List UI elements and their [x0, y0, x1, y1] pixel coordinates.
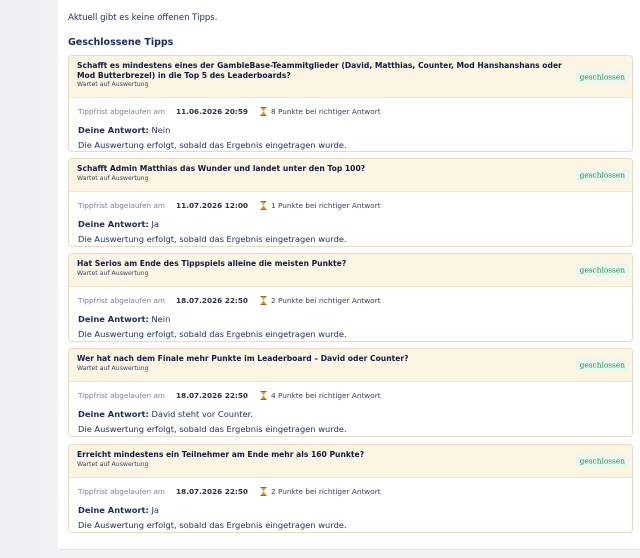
tip-header: Wer hat nach dem Finale mehr Punkte im L…	[69, 349, 632, 382]
tip-question: Schafft Admin Matthias das Wunder und la…	[77, 164, 366, 173]
tip-card: Schafft Admin Matthias das Wunder und la…	[68, 158, 633, 247]
answer-value: Nein	[151, 314, 171, 324]
answer-value: Ja	[151, 219, 159, 229]
evaluation-text: Die Auswertung erfolgt, sobald das Ergeb…	[78, 520, 347, 530]
status-badge: geschlossen	[575, 70, 629, 83]
points-info: 2 Punkte bei richtiger Antwort	[270, 486, 381, 496]
hourglass-icon	[260, 106, 267, 116]
answer-row: Deine Antwort: Ja	[78, 219, 623, 229]
tip-header: Schafft es mindestens eines der GambleBa…	[69, 56, 632, 98]
tip-body: Tippfrist abgelaufen am 11.06.2026 20:59…	[69, 98, 632, 151]
tip-card: Erreicht mindestens ein Teilnehmer am En…	[68, 444, 633, 533]
deadline-label: Tippfrist abgelaufen am	[78, 106, 166, 116]
deadline-label: Tippfrist abgelaufen am	[78, 295, 166, 305]
answer-label: Deine Antwort:	[78, 409, 149, 419]
answer-label: Deine Antwort:	[78, 505, 149, 515]
tip-meta: Tippfrist abgelaufen am 11.07.2026 12:00…	[78, 199, 623, 211]
points-info: 1 Punkte bei richtiger Antwort	[270, 200, 381, 210]
tip-body: Tippfrist abgelaufen am 18.07.2026 22:50…	[69, 478, 632, 532]
tip-body: Tippfrist abgelaufen am 18.07.2026 22:50…	[69, 382, 632, 436]
hourglass-icon	[260, 200, 267, 210]
tip-meta: Tippfrist abgelaufen am 18.07.2026 22:50…	[78, 294, 623, 306]
tip-body: Tippfrist abgelaufen am 11.07.2026 12:00…	[69, 192, 632, 246]
hourglass-icon	[260, 486, 267, 496]
answer-value: David steht vor Counter.	[151, 409, 253, 419]
status-badge: geschlossen	[575, 263, 629, 277]
hourglass-icon	[260, 295, 267, 305]
tip-card: Schafft es mindestens eines der GambleBa…	[68, 55, 633, 152]
points-info: 4 Punkte bei richtiger Antwort	[270, 390, 381, 400]
deadline-date: 18.07.2026 22:50	[176, 486, 248, 496]
tip-header: Erreicht mindestens ein Teilnehmer am En…	[69, 445, 632, 478]
answer-row: Deine Antwort: Nein	[78, 314, 623, 324]
tip-card: Wer hat nach dem Finale mehr Punkte im L…	[68, 348, 633, 437]
tip-card: Hat Serios am Ende des Tippspiels allein…	[68, 253, 633, 342]
tip-meta: Tippfrist abgelaufen am 18.07.2026 22:50…	[78, 389, 623, 401]
deadline-label: Tippfrist abgelaufen am	[78, 200, 166, 210]
tip-status: Wartet auf Auswertung	[77, 174, 149, 182]
evaluation-text: Die Auswertung erfolgt, sobald das Ergeb…	[78, 329, 347, 339]
tip-question: Schafft es mindestens eines der GambleBa…	[77, 61, 562, 80]
deadline-date: 18.07.2026 22:50	[176, 390, 248, 400]
main-content: Aktuell gibt es keine offenen Tipps. Ges…	[58, 0, 640, 550]
tip-status: Wartet auf Auswertung	[77, 269, 149, 277]
tip-header: Schafft Admin Matthias das Wunder und la…	[69, 159, 632, 192]
tip-status: Wartet auf Auswertung	[77, 364, 149, 372]
hourglass-icon	[260, 390, 267, 400]
answer-label: Deine Antwort:	[78, 125, 149, 135]
deadline-date: 11.07.2026 12:00	[176, 200, 248, 210]
tip-status: Wartet auf Auswertung	[77, 460, 149, 468]
points-info: 8 Punkte bei richtiger Antwort	[270, 106, 381, 116]
tip-body: Tippfrist abgelaufen am 18.07.2026 22:50…	[69, 287, 632, 341]
tip-question: Hat Serios am Ende des Tippspiels allein…	[77, 259, 347, 268]
status-badge: geschlossen	[575, 454, 629, 468]
status-badge: geschlossen	[575, 358, 629, 372]
deadline-date: 18.07.2026 22:50	[176, 295, 248, 305]
answer-value: Nein	[151, 125, 171, 135]
deadline-label: Tippfrist abgelaufen am	[78, 486, 166, 496]
tip-question: Wer hat nach dem Finale mehr Punkte im L…	[77, 354, 409, 363]
tip-meta: Tippfrist abgelaufen am 11.06.2026 20:59…	[78, 105, 623, 117]
deadline-label: Tippfrist abgelaufen am	[78, 390, 166, 400]
evaluation-text: Die Auswertung erfolgt, sobald das Ergeb…	[78, 234, 347, 244]
answer-label: Deine Antwort:	[78, 314, 149, 324]
section-title-closed-tips: Geschlossene Tipps	[68, 37, 174, 48]
tip-question: Erreicht mindestens ein Teilnehmer am En…	[77, 450, 365, 459]
tip-header: Hat Serios am Ende des Tippspiels allein…	[69, 254, 632, 287]
evaluation-text: Die Auswertung erfolgt, sobald das Ergeb…	[78, 140, 347, 150]
answer-row: Deine Antwort: David steht vor Counter.	[78, 409, 623, 419]
answer-row: Deine Antwort: Ja	[78, 505, 623, 515]
evaluation-text: Die Auswertung erfolgt, sobald das Ergeb…	[78, 424, 347, 434]
answer-value: Ja	[151, 505, 159, 515]
deadline-date: 11.06.2026 20:59	[176, 106, 248, 116]
no-open-tips-notice: Aktuell gibt es keine offenen Tipps.	[68, 13, 218, 23]
status-badge: geschlossen	[575, 168, 629, 182]
answer-label: Deine Antwort:	[78, 219, 149, 229]
tip-meta: Tippfrist abgelaufen am 18.07.2026 22:50…	[78, 485, 623, 497]
tip-status: Wartet auf Auswertung	[77, 81, 149, 88]
answer-row: Deine Antwort: Nein	[78, 125, 623, 135]
points-info: 2 Punkte bei richtiger Antwort	[270, 295, 381, 305]
sidebar-strip	[0, 0, 41, 558]
